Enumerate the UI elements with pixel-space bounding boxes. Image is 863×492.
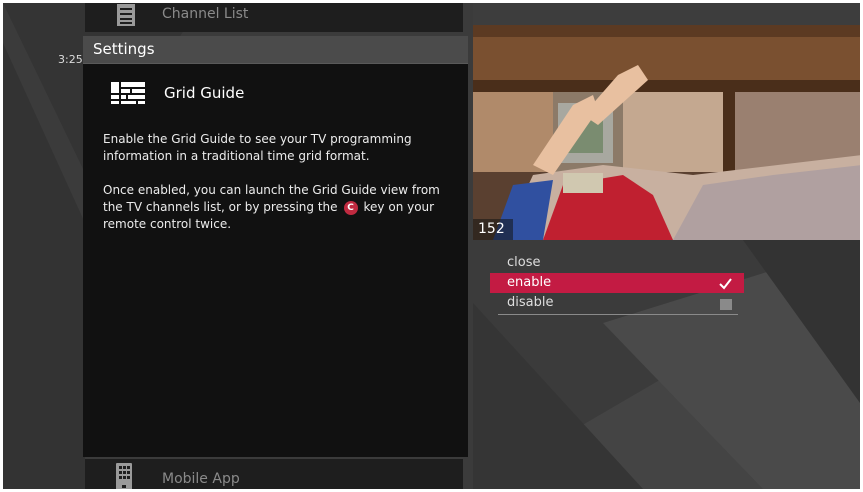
feature-title: Grid Guide xyxy=(164,84,245,102)
clock-time: 3:25 xyxy=(58,53,83,66)
tv-screen: Channel List Mobile App 3:25 Settings Gr… xyxy=(3,3,860,489)
sidebar-item-label: Channel List xyxy=(162,6,249,22)
grid-guide-icon xyxy=(111,82,145,108)
video-preview: 152 xyxy=(473,25,860,240)
option-disable[interactable]: disable xyxy=(490,293,744,313)
list-icon xyxy=(115,3,137,31)
option-label: close xyxy=(507,255,541,270)
panel-header: Settings xyxy=(83,36,468,64)
option-enable[interactable]: enable xyxy=(490,273,744,293)
feature-instructions: Once enabled, you can launch the Grid Gu… xyxy=(103,182,448,233)
remote-c-key-icon: C xyxy=(343,200,358,215)
menu-divider xyxy=(498,314,738,315)
panel-title: Settings xyxy=(93,40,155,58)
sidebar-item-mobile-app[interactable]: Mobile App xyxy=(85,459,463,489)
option-menu: close enable disable xyxy=(490,253,744,315)
option-label: enable xyxy=(507,275,552,290)
settings-panel: Settings Grid Guide Enable the Grid Guid… xyxy=(83,36,468,457)
feature-description: Enable the Grid Guide to see your TV pro… xyxy=(103,132,412,163)
option-close[interactable]: close xyxy=(490,253,744,273)
option-label: disable xyxy=(507,295,554,310)
sidebar-item-channel-list[interactable]: Channel List xyxy=(85,3,463,32)
sidebar-item-label: Mobile App xyxy=(162,471,240,487)
mobile-phone-icon xyxy=(115,463,133,489)
video-frame xyxy=(473,25,860,240)
channel-number: 152 xyxy=(473,219,513,240)
